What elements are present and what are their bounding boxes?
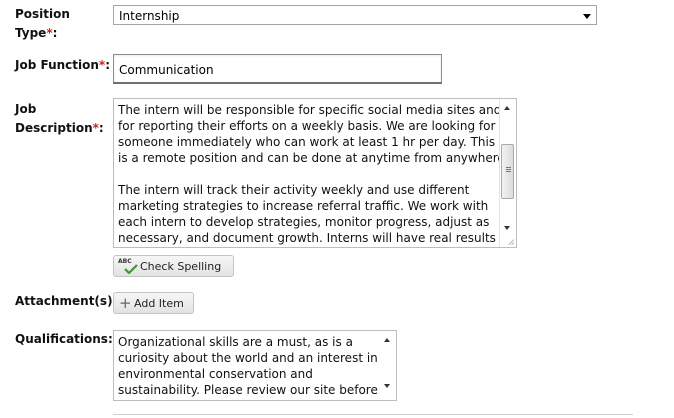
add-item-button[interactable]: + Add Item (113, 292, 194, 314)
job-description-line: is a remote position and can be done at … (118, 151, 509, 165)
job-description-line: The intern will be responsible for speci… (118, 103, 502, 117)
job-description-line: someone immediately who can work at leas… (118, 135, 496, 149)
scroll-down-arrow-icon[interactable] (504, 226, 510, 230)
job-description-line: The intern will track their activity wee… (118, 183, 470, 197)
qualifications-line: sustainability. Please review our site b… (118, 383, 378, 397)
scrollbar-thumb[interactable] (501, 144, 514, 199)
add-item-label: Add Item (134, 297, 184, 310)
grip-icon (506, 167, 511, 168)
job-description-text: The intern will be responsible for speci… (118, 102, 512, 246)
scroll-up-arrow-icon[interactable] (384, 338, 390, 342)
job-description-label-line2: Description (15, 121, 93, 135)
job-description-line: necessary, and document growth. Interns … (118, 231, 512, 245)
job-function-label-text: Job Function (15, 58, 99, 72)
position-type-label-line2: Type (15, 26, 47, 40)
resize-handle-icon[interactable] (508, 239, 514, 245)
spellcheck-icon: ABC (118, 258, 138, 274)
job-description-label: Job Description*: (15, 100, 104, 138)
scroll-down-arrow-icon[interactable] (384, 384, 390, 388)
label-colon: : (105, 58, 111, 72)
qualifications-label: Qualifications: (15, 332, 113, 346)
scroll-up-arrow-icon[interactable] (504, 106, 510, 110)
qualifications-text: Organizational skills are a must, as is … (118, 334, 378, 398)
job-description-scrollbar[interactable] (499, 99, 516, 247)
qualifications-line: curiosity about the world and an interes… (118, 351, 378, 365)
job-description-label-line1: Job (15, 102, 37, 116)
section-divider (113, 414, 633, 415)
job-description-line: marketing strategies to increase referra… (118, 199, 489, 213)
label-colon: : (52, 26, 58, 40)
position-type-label-line1: Position (15, 7, 70, 21)
job-description-line: for reporting their efforts on a weekly … (118, 119, 496, 133)
dropdown-arrow-icon (583, 14, 591, 19)
job-function-input[interactable]: Communication (113, 54, 442, 84)
attachments-label: Attachment(s): (15, 294, 118, 308)
job-description-textarea[interactable]: The intern will be responsible for speci… (113, 98, 517, 248)
check-spelling-button[interactable]: ABC Check Spelling (113, 255, 234, 277)
plus-icon: + (119, 294, 132, 312)
position-type-select[interactable]: Internship (113, 5, 597, 25)
position-type-label: Position Type*: (15, 5, 70, 43)
label-colon: : (98, 121, 104, 135)
job-description-line: each intern to develop strategies, monit… (118, 215, 490, 229)
position-type-value: Internship (119, 9, 180, 23)
qualifications-scrollbar[interactable] (380, 331, 396, 400)
checkmark-icon (124, 264, 138, 274)
job-function-value: Communication (119, 63, 214, 77)
qualifications-line: environmental conservation and (118, 367, 313, 381)
job-function-label: Job Function*: (15, 56, 110, 75)
qualifications-line: Organizational skills are a must, as is … (118, 335, 353, 349)
check-spelling-label: Check Spelling (140, 260, 222, 273)
qualifications-textarea[interactable]: Organizational skills are a must, as is … (113, 330, 397, 401)
